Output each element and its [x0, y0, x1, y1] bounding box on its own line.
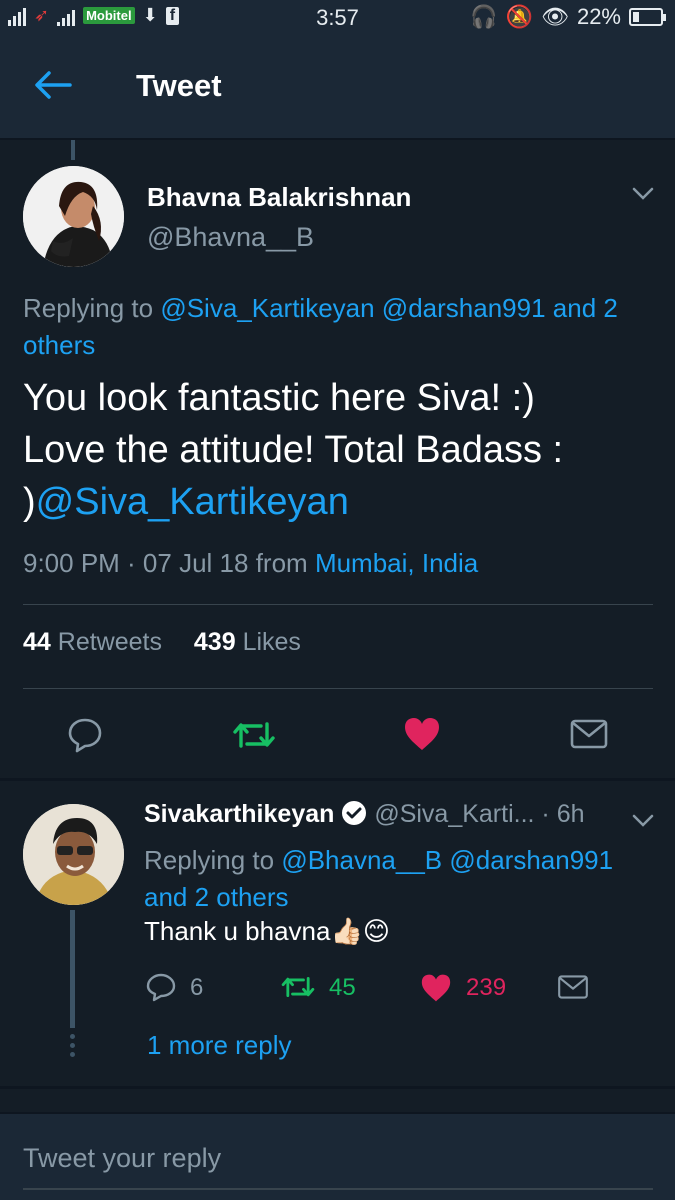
retweet-icon[interactable] — [280, 972, 316, 1002]
avatar-image — [23, 804, 124, 905]
retweet-count: 45 — [329, 974, 356, 1001]
tweet-line-2: Love the attitude! Total Badass : — [23, 429, 564, 471]
mute-bell-icon: 🔕 — [505, 4, 534, 29]
thread-dots — [70, 1034, 75, 1061]
tweet-line-3-prefix: ) — [23, 481, 36, 523]
replying-others[interactable]: and 2 others — [144, 882, 289, 912]
author-avatar[interactable] — [23, 166, 124, 267]
like-icon[interactable] — [403, 716, 441, 752]
author-name[interactable]: Bhavna Balakrishnan — [147, 182, 411, 213]
reply-count: 6 — [190, 974, 204, 1001]
reply-replying-to: Replying to @Bhavna__B @darshan991 and 2… — [144, 842, 654, 916]
share-icon[interactable] — [557, 974, 589, 1000]
reply-icon[interactable] — [145, 972, 177, 1002]
tweet-from-label: from — [255, 548, 308, 578]
divider — [23, 688, 653, 689]
retweets-count: 44 — [23, 628, 51, 656]
replying-mentions[interactable]: @Siva_Kartikeyan @darshan991 — [160, 293, 545, 323]
tweet-stats: 44 Retweets 439 Likes — [23, 628, 301, 657]
page-title: Tweet — [136, 68, 222, 103]
eye-icon: 👁 — [541, 4, 569, 29]
divider — [23, 604, 653, 605]
reply-time: · 6h — [541, 800, 585, 828]
tweet-meta: 9:00 PM · 07 Jul 18 from Mumbai, India — [23, 548, 478, 579]
retweets-label: Retweets — [57, 628, 162, 656]
back-arrow-icon[interactable] — [32, 70, 72, 100]
tweet-mention[interactable]: @Siva_Kartikeyan — [36, 481, 349, 523]
reply-author-name[interactable]: Sivakarthikeyan — [144, 800, 334, 828]
tweet-location[interactable]: Mumbai, India — [315, 548, 478, 578]
replying-to: Replying to @Siva_Kartikeyan @darshan991… — [23, 290, 658, 364]
reply-text: Thank u bhavna — [144, 916, 331, 946]
reply-text-row: Thank u bhavna👍🏻😊 — [144, 916, 390, 947]
app-bar: Tweet — [0, 34, 675, 140]
status-bar: ➶ Mobitel ⬇ f 3:57 🎧 🔕 👁 22% — [0, 0, 675, 34]
reply-icon[interactable] — [66, 716, 104, 754]
more-replies-link[interactable]: 1 more reply — [147, 1030, 292, 1061]
tweet-text: You look fantastic here Siva! :) Love th… — [23, 372, 653, 528]
reply-input[interactable] — [23, 1128, 653, 1190]
likes-count: 439 — [193, 628, 236, 656]
tweet-line-1: You look fantastic here Siva! :) — [23, 377, 535, 419]
section-separator — [0, 1086, 675, 1089]
retweet-icon[interactable] — [231, 716, 277, 754]
share-icon[interactable] — [570, 718, 608, 750]
battery-fill — [633, 12, 639, 22]
section-separator — [0, 778, 675, 781]
thread-connector — [71, 140, 75, 160]
headset-icon: 🎧 — [470, 4, 498, 29]
thread-line — [70, 910, 75, 1028]
author-handle[interactable]: @Bhavna__B — [147, 222, 314, 253]
retweet-stat[interactable]: 44 Retweets — [23, 628, 162, 656]
battery-icon — [629, 8, 666, 26]
verified-badge-icon — [342, 801, 367, 825]
likes-label: Likes — [242, 628, 301, 656]
likes-stat[interactable]: 439 Likes — [194, 628, 301, 656]
status-right: 🎧 🔕 👁 22% — [470, 4, 666, 30]
tweet-timestamp: 9:00 PM · 07 Jul 18 — [23, 548, 249, 578]
chevron-down-icon[interactable] — [632, 814, 654, 828]
reply-emoji: 👍🏻😊 — [330, 916, 390, 946]
like-count: 239 — [466, 974, 507, 1001]
reply-author-avatar[interactable] — [23, 804, 124, 905]
battery-percent: 22% — [576, 4, 621, 29]
reply-author-handle[interactable]: @Siva_Karti... — [374, 800, 534, 828]
replying-mentions[interactable]: @Bhavna__B @darshan991 — [281, 845, 613, 875]
replying-prefix: Replying to — [23, 293, 154, 323]
chevron-down-icon[interactable] — [632, 187, 654, 201]
like-icon[interactable] — [420, 973, 452, 1003]
replying-prefix: Replying to — [144, 845, 275, 875]
reply-header: Sivakarthikeyan @Siva_Karti... · 6h — [144, 800, 585, 829]
avatar-image — [23, 166, 124, 267]
tweet-line-3: )@Siva_Kartikeyan — [23, 476, 653, 528]
